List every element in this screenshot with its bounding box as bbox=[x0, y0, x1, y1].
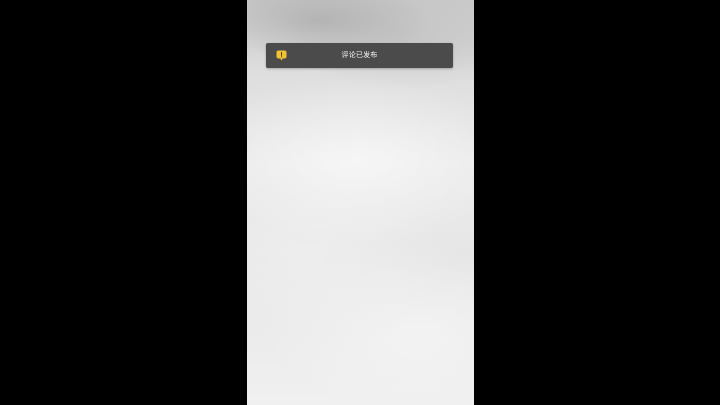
viewport: 评论已发布 bbox=[0, 0, 720, 405]
phone-screen: 评论已发布 bbox=[247, 0, 474, 405]
toast-message: 评论已发布 bbox=[341, 51, 378, 59]
toast-notification: 评论已发布 bbox=[266, 43, 453, 68]
